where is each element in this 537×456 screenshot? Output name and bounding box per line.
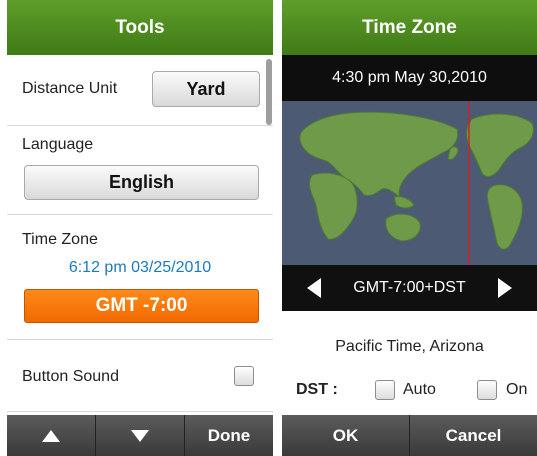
time-zone-panel: Time Zone 4:30 pm May 30,2010 GMT-7:00+D… <box>282 0 537 456</box>
left-arrow-icon <box>307 278 321 298</box>
divider <box>7 339 273 340</box>
tools-panel: Tools Distance Unit Yard Language Englis… <box>7 0 273 456</box>
divider <box>7 411 273 412</box>
dst-auto-checkbox[interactable] <box>375 380 395 400</box>
cancel-button[interactable]: Cancel <box>410 415 537 456</box>
distance-unit-label: Distance Unit <box>22 80 118 97</box>
time-zone-label: Time Zone <box>22 231 98 248</box>
selected-zone: GMT-7:00+DST <box>353 279 466 296</box>
scroll-up-button[interactable] <box>7 415 96 456</box>
tools-title: Tools <box>115 16 165 38</box>
language-button[interactable]: English <box>24 165 259 200</box>
scrollbar[interactable] <box>266 59 272 125</box>
time-zone-title-bar: Time Zone <box>282 0 537 55</box>
up-arrow-icon <box>42 429 60 442</box>
current-datetime-bar: 4:30 pm May 30,2010 <box>282 55 537 101</box>
dst-on-label: On <box>506 381 528 398</box>
time-zone-title: Time Zone <box>362 16 457 38</box>
current-datetime: 4:30 pm May 30,2010 <box>332 69 487 86</box>
dst-on-checkbox[interactable] <box>477 380 497 400</box>
world-map-image <box>299 101 534 265</box>
time-zone-selector: GMT-7:00+DST <box>282 265 537 311</box>
distance-unit-button[interactable]: Yard <box>152 71 260 107</box>
ok-button[interactable]: OK <box>282 415 410 456</box>
next-zone-button[interactable] <box>485 265 525 311</box>
world-map[interactable] <box>282 101 537 265</box>
dst-label: DST : <box>296 381 338 398</box>
divider <box>7 214 273 215</box>
scroll-down-button[interactable] <box>96 415 185 456</box>
time-zone-bottom-bar: OK Cancel <box>282 415 537 456</box>
time-zone-button[interactable]: GMT -7:00 <box>24 289 259 323</box>
down-arrow-icon <box>131 429 149 442</box>
divider <box>7 125 273 126</box>
dst-auto-label: Auto <box>403 381 436 398</box>
right-arrow-icon <box>498 278 512 298</box>
button-sound-label: Button Sound <box>22 368 119 385</box>
language-label: Language <box>22 136 94 153</box>
button-sound-checkbox[interactable] <box>234 366 254 386</box>
tools-title-bar: Tools <box>7 0 273 55</box>
time-zone-datetime: 6:12 pm 03/25/2010 <box>68 259 212 276</box>
done-button[interactable]: Done <box>185 415 273 456</box>
previous-zone-button[interactable] <box>294 265 334 311</box>
zone-name: Pacific Time, Arizona <box>335 338 484 355</box>
tools-bottom-bar: Done <box>7 415 273 456</box>
